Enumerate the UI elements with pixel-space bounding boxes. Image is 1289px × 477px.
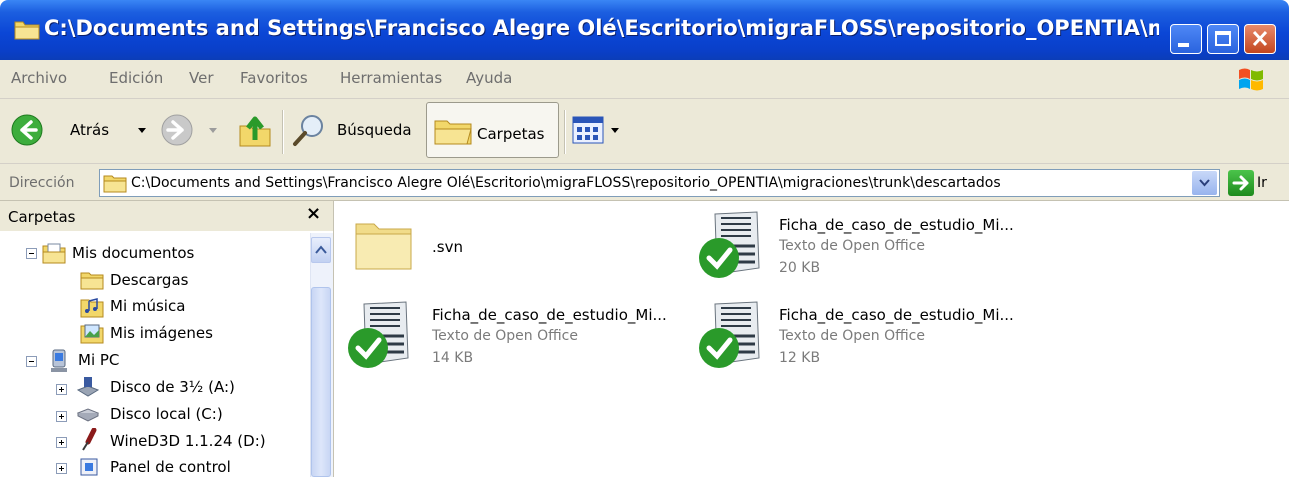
windows-logo-icon <box>1239 68 1263 91</box>
forward-button[interactable] <box>160 112 226 148</box>
file-size: 20 KB <box>779 260 821 276</box>
menu-bar: Archivo Edición Ver Favoritos Herramient… <box>0 60 1289 99</box>
menu-edicion[interactable]: Edición <box>109 69 163 87</box>
file-type: Texto de Open Office <box>432 328 578 344</box>
chevron-down-icon <box>611 128 619 133</box>
back-label: Atrás <box>70 121 110 139</box>
tree-item-mis-imagenes[interactable]: Mis imágenes <box>110 324 213 342</box>
go-label[interactable]: Ir <box>1257 175 1267 191</box>
folders-label: Carpetas <box>477 125 545 143</box>
floppy-drive-icon <box>76 377 100 397</box>
wine-drive-icon <box>82 428 97 451</box>
title-bar[interactable]: C:\Documents and Settings\Francisco Aleg… <box>0 0 1289 60</box>
address-dropdown[interactable] <box>1192 171 1217 195</box>
scroll-thumb[interactable] <box>311 287 331 477</box>
menu-ver[interactable]: Ver <box>189 69 214 87</box>
address-value: C:\Documents and Settings\Francisco Aleg… <box>131 175 1001 191</box>
address-label: Dirección <box>9 175 75 191</box>
file-item-ficha-14kb[interactable]: Ficha_de_caso_de_estudio_Mi... Texto de … <box>346 298 696 378</box>
forward-arrow-icon <box>161 114 193 146</box>
hard-drive-icon <box>76 408 100 422</box>
menu-ayuda[interactable]: Ayuda <box>466 69 512 87</box>
folder-pane-title: Carpetas <box>8 208 76 226</box>
back-arrow-icon <box>11 114 43 146</box>
file-item-ficha-20kb[interactable]: Ficha_de_caso_de_estudio_Mi... Texto de … <box>697 208 1057 288</box>
expand-icon[interactable] <box>56 384 67 395</box>
folder-icon <box>103 175 127 193</box>
openoffice-document-icon <box>348 301 409 368</box>
folder-icon <box>355 223 412 270</box>
chevron-down-icon <box>1199 179 1210 187</box>
folder-icon <box>80 272 104 290</box>
tree-item-wined3d[interactable]: WineD3D 1.1.24 (D:) <box>110 432 266 450</box>
close-icon <box>1252 30 1268 47</box>
chevron-down-icon <box>209 128 217 133</box>
file-size: 14 KB <box>432 350 474 366</box>
folders-icon <box>434 120 472 145</box>
expand-icon[interactable] <box>56 463 67 474</box>
expand-icon[interactable] <box>56 437 67 448</box>
tree-item-disco-a[interactable]: Disco de 3½ (A:) <box>110 378 235 396</box>
collapse-icon[interactable] <box>26 248 37 259</box>
collapse-icon[interactable] <box>26 356 37 367</box>
maximize-button[interactable] <box>1207 24 1239 54</box>
expand-icon[interactable] <box>56 411 67 422</box>
minimize-button[interactable] <box>1170 24 1202 54</box>
openoffice-document-icon <box>699 301 760 368</box>
window-title: C:\Documents and Settings\Francisco Aleg… <box>44 16 1159 40</box>
menu-archivo[interactable]: Archivo <box>11 69 67 87</box>
tree-item-descargas[interactable]: Descargas <box>110 271 188 289</box>
close-button[interactable] <box>1244 24 1276 54</box>
toolbar-separator <box>282 110 284 154</box>
go-button[interactable] <box>1228 170 1254 196</box>
menu-herramientas[interactable]: Herramientas <box>340 69 442 87</box>
views-icon <box>572 116 604 144</box>
back-button[interactable]: Atrás <box>10 112 160 148</box>
file-type: Texto de Open Office <box>779 328 925 344</box>
folder-icon <box>14 21 40 40</box>
toolbar-separator <box>564 110 566 154</box>
tree-item-mi-pc[interactable]: Mi PC <box>78 351 119 369</box>
my-documents-icon <box>42 243 66 264</box>
my-computer-icon <box>51 349 67 372</box>
file-name: Ficha_de_caso_de_estudio_Mi... <box>779 306 1014 324</box>
go-arrow-icon <box>1232 175 1249 191</box>
search-label: Búsqueda <box>337 121 412 139</box>
tree-item-panel-de-control[interactable]: Panel de control <box>110 458 231 476</box>
scroll-up-button[interactable] <box>311 237 331 263</box>
menu-favoritos[interactable]: Favoritos <box>240 69 308 87</box>
chevron-up-icon <box>315 245 327 254</box>
tree-item-mi-musica[interactable]: Mi música <box>110 297 185 315</box>
tree-item-mis-documentos[interactable]: Mis documentos <box>72 244 194 262</box>
file-name: Ficha_de_caso_de_estudio_Mi... <box>432 306 667 324</box>
views-button[interactable] <box>572 114 628 148</box>
folder-pane-close-icon[interactable]: × <box>306 203 321 224</box>
file-size: 12 KB <box>779 350 821 366</box>
search-button[interactable]: Búsqueda <box>292 110 420 150</box>
file-name: .svn <box>432 238 463 256</box>
openoffice-document-icon <box>699 211 760 278</box>
search-icon <box>293 115 323 146</box>
music-folder-icon <box>80 298 104 318</box>
tree-item-disco-c[interactable]: Disco local (C:) <box>110 405 223 423</box>
up-folder-icon[interactable] <box>238 112 272 148</box>
file-name: Ficha_de_caso_de_estudio_Mi... <box>779 216 1014 234</box>
pictures-folder-icon <box>80 324 104 344</box>
folders-button[interactable]: Carpetas <box>426 102 559 158</box>
file-type: Texto de Open Office <box>779 238 925 254</box>
file-item-svn[interactable]: .svn <box>352 214 652 284</box>
file-item-ficha-12kb[interactable]: Ficha_de_caso_de_estudio_Mi... Texto de … <box>697 298 1057 378</box>
control-panel-icon <box>80 458 98 476</box>
chevron-down-icon <box>138 128 146 133</box>
